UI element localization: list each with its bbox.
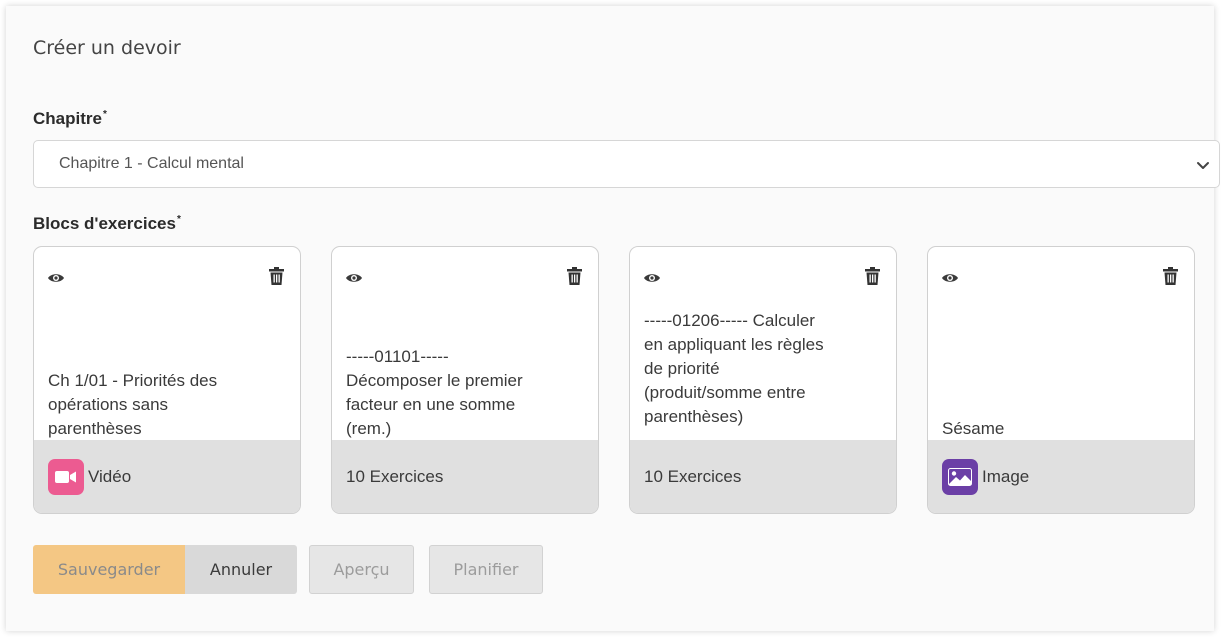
page-title: Créer un devoir bbox=[33, 37, 181, 59]
blocks-label-text: Blocs d'exercices bbox=[33, 214, 176, 233]
exercise-block-card[interactable]: -----01206----- Calculer en appliquant l… bbox=[629, 246, 897, 514]
block-title-line: de priorité bbox=[644, 359, 720, 378]
exercise-block-card[interactable]: Ch 1/01 - Priorités des opérations sans … bbox=[33, 246, 301, 514]
eye-icon[interactable] bbox=[345, 271, 363, 285]
block-title-line: parenthèses bbox=[48, 419, 142, 438]
block-title: -----01101----- Décomposer le premier fa… bbox=[346, 309, 586, 441]
chevron-down-icon bbox=[1197, 162, 1209, 169]
block-title-line: opérations sans bbox=[48, 395, 169, 414]
block-title-line: (produit/somme entre bbox=[644, 383, 806, 402]
block-footer-label: Vidéo bbox=[88, 466, 132, 486]
required-mark: * bbox=[176, 214, 181, 226]
block-title-line: Sésame bbox=[942, 419, 1005, 438]
chapter-label-text: Chapitre bbox=[33, 109, 102, 128]
exercise-block-card[interactable]: Sésame Image bbox=[927, 246, 1195, 514]
eye-icon[interactable] bbox=[941, 271, 959, 285]
assignment-form-panel: Créer un devoir Chapitre* Chapitre 1 - C… bbox=[6, 6, 1220, 631]
video-icon bbox=[48, 458, 84, 495]
trash-icon[interactable] bbox=[865, 267, 880, 285]
block-footer: Vidéo bbox=[34, 440, 300, 513]
eye-icon[interactable] bbox=[47, 271, 65, 285]
plan-button[interactable]: Planifier bbox=[429, 545, 543, 594]
block-title: -----01206----- Calculer en appliquant l… bbox=[644, 309, 884, 441]
chapter-select[interactable]: Chapitre 1 - Calcul mental bbox=[33, 140, 1220, 188]
block-footer-label: Image bbox=[982, 466, 1030, 486]
block-footer: 10 Exercices bbox=[332, 440, 598, 513]
block-title: Ch 1/01 - Priorités des opérations sans … bbox=[48, 309, 288, 441]
block-footer-label: 10 Exercices bbox=[644, 466, 742, 486]
block-footer: Image bbox=[928, 440, 1194, 513]
save-button[interactable]: Sauvegarder bbox=[33, 545, 185, 594]
trash-icon[interactable] bbox=[269, 267, 284, 285]
required-mark: * bbox=[102, 109, 107, 121]
chapter-label: Chapitre* bbox=[33, 109, 107, 129]
chapter-select-value: Chapitre 1 - Calcul mental bbox=[59, 155, 244, 172]
preview-button[interactable]: Aperçu bbox=[309, 545, 414, 594]
block-title-line: Décomposer le premier bbox=[346, 371, 523, 390]
eye-icon[interactable] bbox=[643, 271, 661, 285]
block-footer-label: 10 Exercices bbox=[346, 466, 444, 486]
block-title-line: Ch 1/01 - Priorités des bbox=[48, 371, 218, 390]
block-title-line: -----01206----- Calculer bbox=[644, 311, 815, 330]
block-footer: 10 Exercices bbox=[630, 440, 896, 513]
cancel-button[interactable]: Annuler bbox=[185, 545, 297, 594]
block-title-line: en appliquant les règles bbox=[644, 335, 824, 354]
exercise-block-card[interactable]: -----01101----- Décomposer le premier fa… bbox=[331, 246, 599, 514]
trash-icon[interactable] bbox=[567, 267, 582, 285]
block-title-line: parenthèses) bbox=[644, 407, 744, 426]
block-title-line: -----01101----- bbox=[346, 347, 449, 366]
trash-icon[interactable] bbox=[1163, 267, 1178, 285]
block-title: Sésame bbox=[942, 309, 1182, 441]
image-icon bbox=[942, 458, 978, 495]
blocks-label: Blocs d'exercices* bbox=[33, 214, 181, 234]
block-title-line: (rem.) bbox=[346, 419, 392, 438]
block-title-line: facteur en une somme bbox=[346, 395, 516, 414]
